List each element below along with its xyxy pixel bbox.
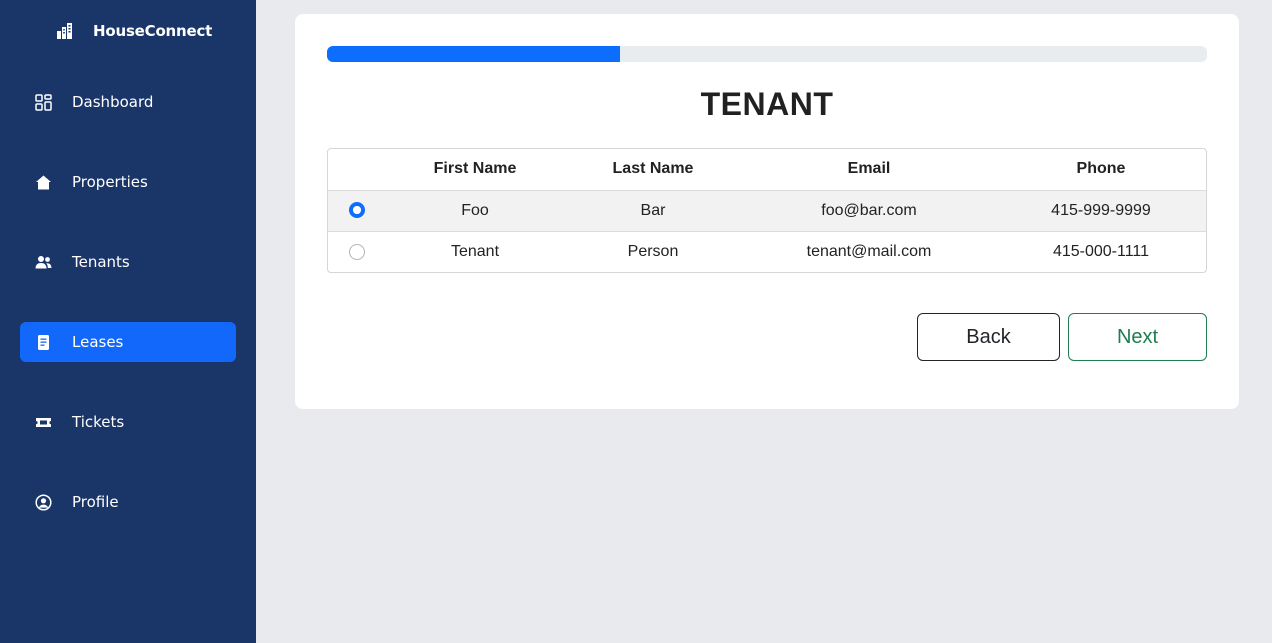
sidebar-item-label: Dashboard: [72, 93, 154, 111]
lease-wizard-card: TENANT First Name Last Name Email Phone …: [295, 14, 1239, 409]
sidebar-item-profile[interactable]: Profile: [20, 482, 236, 522]
email-cell: foo@bar.com: [742, 189, 996, 231]
table-row[interactable]: Foo Bar foo@bar.com 415-999-9999: [328, 189, 1206, 231]
sidebar-item-dashboard[interactable]: Dashboard: [20, 82, 236, 122]
sidebar-item-label: Tickets: [72, 413, 125, 431]
phone-cell: 415-999-9999: [996, 189, 1206, 231]
column-header-last-name: Last Name: [612, 160, 694, 178]
row-select-radio[interactable]: [349, 202, 365, 219]
sidebar-item-label: Profile: [72, 493, 119, 511]
progress-bar-fill: [327, 46, 621, 62]
sidebar-item-leases[interactable]: Leases: [20, 322, 236, 362]
column-header-email: Email: [847, 160, 891, 178]
table-row[interactable]: Tenant Person tenant@mail.com 415-000-11…: [328, 230, 1206, 272]
sidebar-item-tenants[interactable]: Tenants: [20, 242, 236, 282]
phone-cell: 415-000-1111: [996, 230, 1206, 272]
ticket-icon: [35, 414, 52, 431]
tenant-table: First Name Last Name Email Phone Foo Bar…: [327, 148, 1207, 273]
user-circle-icon: [35, 494, 52, 511]
house-icon: [35, 174, 52, 191]
column-header-select: [328, 149, 386, 190]
email-cell: tenant@mail.com: [742, 230, 996, 272]
column-header-first-name: First Name: [433, 160, 517, 178]
sidebar-item-label: Tenants: [72, 253, 130, 271]
first-name-cell: Tenant: [386, 230, 564, 272]
brand-name: HouseConnect: [93, 22, 213, 40]
next-button[interactable]: Next: [1068, 313, 1207, 361]
dashboard-grid-icon: [35, 94, 52, 111]
document-icon: [35, 334, 52, 351]
last-name-cell: Bar: [564, 189, 742, 231]
page-title: TENANT: [700, 86, 834, 122]
back-button[interactable]: Back: [917, 313, 1060, 361]
sidebar-item-label: Properties: [72, 173, 148, 191]
sidebar-item-tickets[interactable]: Tickets: [20, 402, 236, 442]
progress-bar: [327, 46, 1207, 62]
row-select-radio[interactable]: [349, 243, 365, 260]
column-header-phone: Phone: [1076, 160, 1126, 178]
building-icon: [56, 22, 74, 40]
table-header-row: First Name Last Name Email Phone: [328, 149, 1206, 190]
sidebar-item-properties[interactable]: Properties: [20, 162, 236, 202]
last-name-cell: Person: [564, 230, 742, 272]
brand[interactable]: HouseConnect: [56, 20, 212, 42]
row-select-cell: [328, 189, 386, 231]
sidebar: HouseConnect Dashboard Properties Tenant…: [0, 0, 256, 643]
row-select-cell: [328, 230, 386, 272]
sidebar-item-label: Leases: [72, 333, 124, 351]
first-name-cell: Foo: [386, 189, 564, 231]
people-icon: [35, 254, 52, 271]
